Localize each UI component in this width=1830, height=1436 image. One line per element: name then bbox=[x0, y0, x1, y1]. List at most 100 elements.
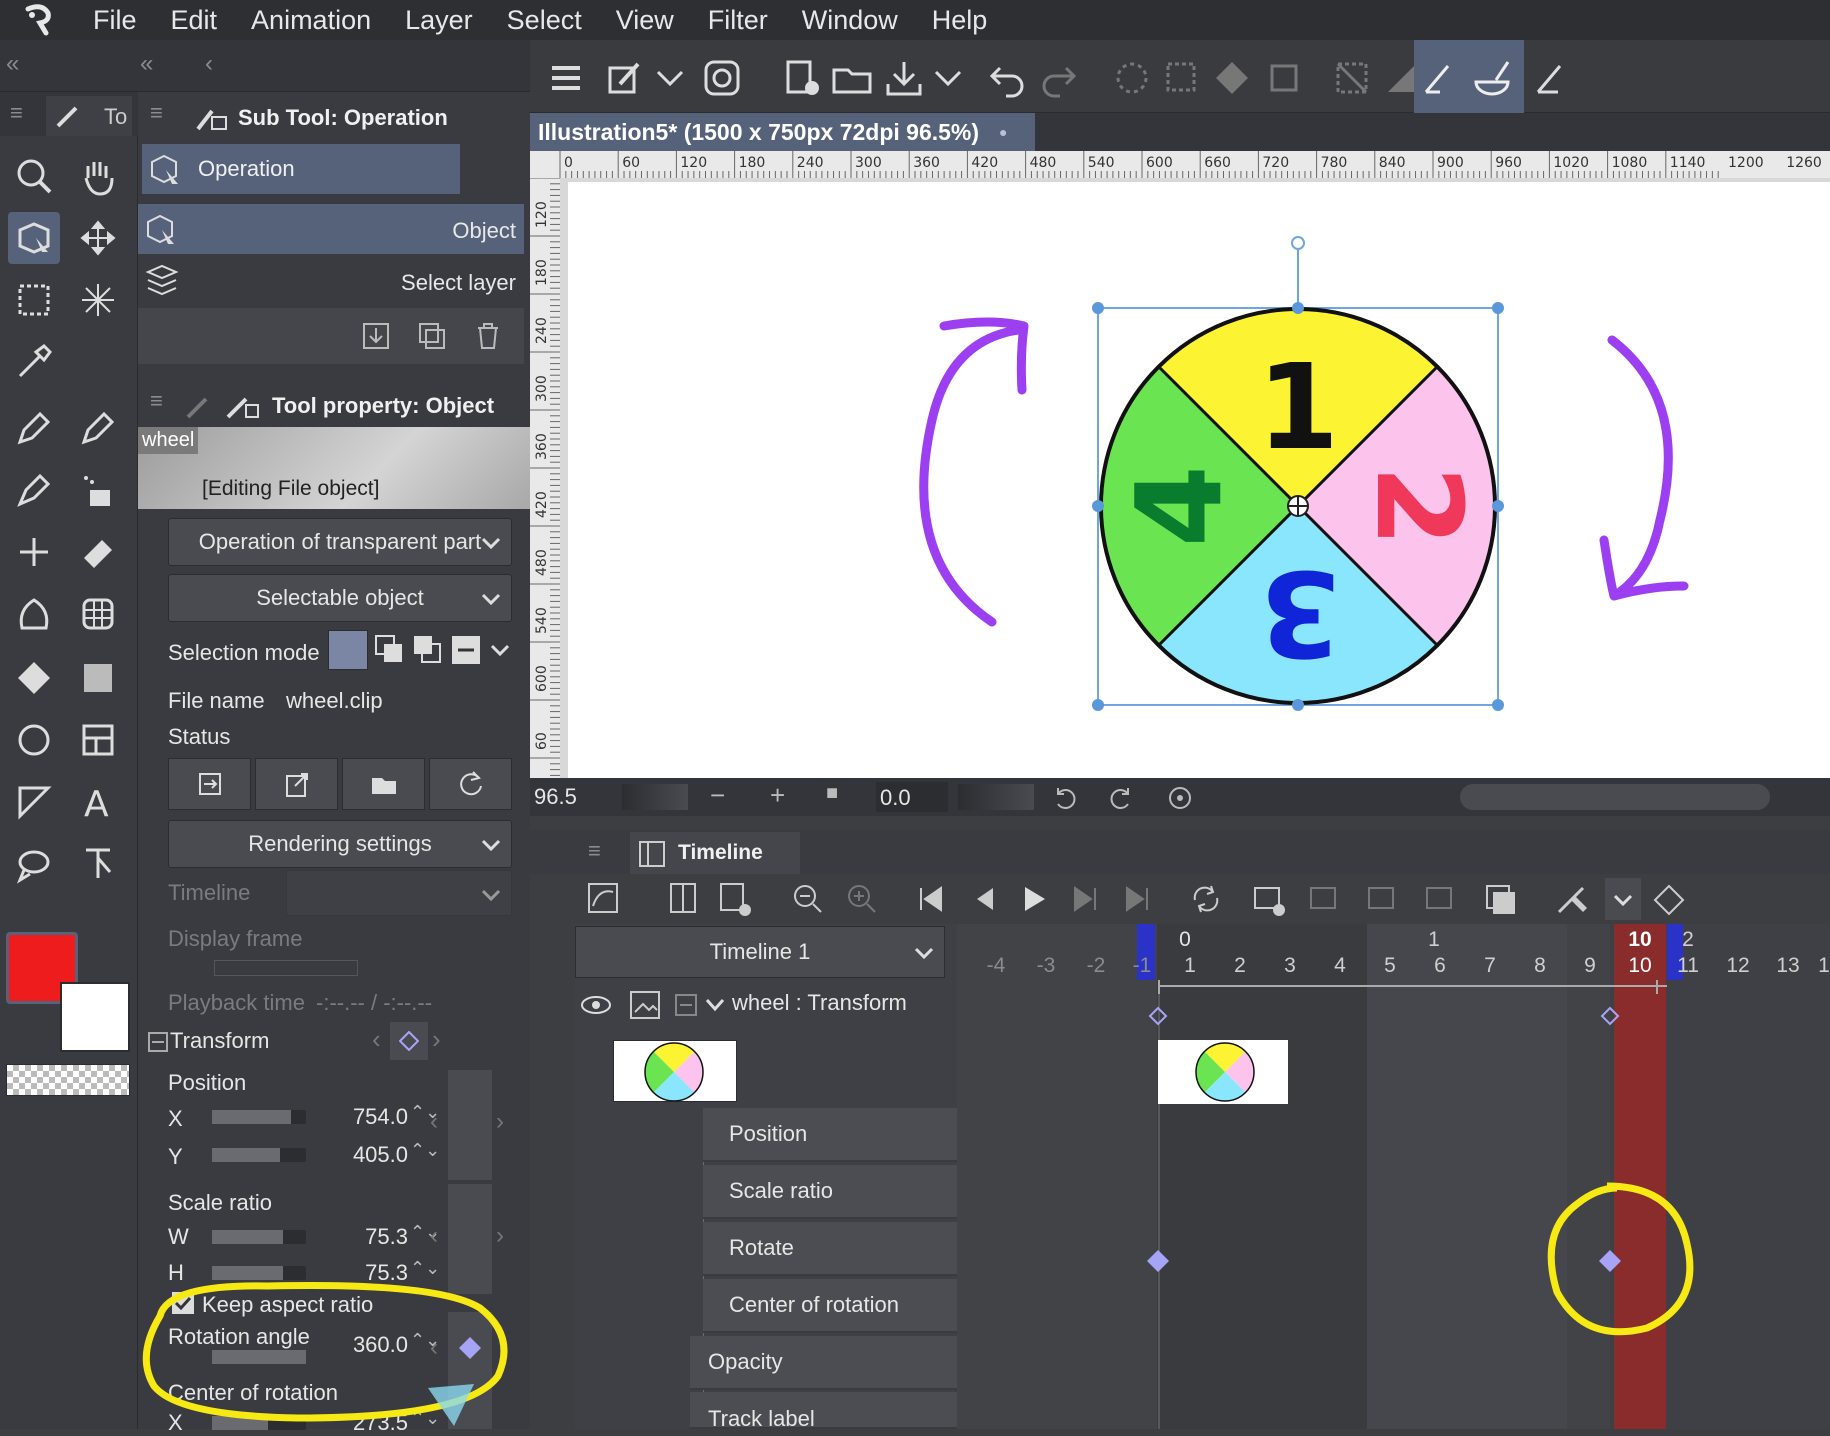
collapse-subtool-icon[interactable]: « bbox=[140, 50, 153, 78]
toolprop-menu-icon[interactable]: ≡ bbox=[150, 388, 163, 414]
hamburger-menu-icon[interactable] bbox=[544, 56, 588, 100]
status-sync-button[interactable] bbox=[168, 758, 251, 810]
timeline-zoom-in-icon[interactable] bbox=[845, 882, 879, 916]
sub-color-swatch[interactable] bbox=[60, 982, 130, 1052]
scale-prev-keyframe-icon[interactable]: ‹ bbox=[430, 1222, 438, 1250]
frame-ruler[interactable]: 0 1 10 2 -4 -3 -2 -1 1 2 3 4 5 6 7 8 9 1… bbox=[957, 924, 1830, 980]
rotate-right-icon[interactable] bbox=[1108, 784, 1136, 812]
collapse-left-icon[interactable]: « bbox=[6, 50, 19, 78]
blend-tool-icon[interactable] bbox=[8, 588, 60, 640]
position-prev-keyframe-icon[interactable]: ‹ bbox=[430, 1108, 438, 1136]
selection-mode-subtract-icon[interactable] bbox=[410, 632, 446, 668]
app-logo-icon[interactable] bbox=[0, 0, 76, 40]
new-cel-icon[interactable] bbox=[717, 882, 753, 918]
timeline-prop-dropdown[interactable] bbox=[286, 870, 512, 916]
menu-window[interactable]: Window bbox=[785, 0, 915, 40]
decoration-tool-icon[interactable] bbox=[8, 526, 60, 578]
zoom-in-icon[interactable]: + bbox=[770, 780, 785, 811]
track-row-scale-ratio[interactable]: Scale ratio bbox=[703, 1165, 957, 1219]
cel-link-icon[interactable] bbox=[1365, 882, 1401, 918]
angle-slider[interactable] bbox=[958, 784, 1034, 810]
brush-snap-icon[interactable] bbox=[1470, 56, 1514, 100]
next-frame-icon[interactable] bbox=[1071, 884, 1101, 914]
transform-prev-keyframe-icon[interactable]: ‹ bbox=[372, 1024, 381, 1055]
angle-field[interactable]: 0.0 bbox=[876, 782, 948, 812]
menu-edit[interactable]: Edit bbox=[154, 0, 235, 40]
menu-file[interactable]: File bbox=[76, 0, 154, 40]
track-expand-chevron-icon[interactable] bbox=[705, 996, 725, 1014]
status-reload-button[interactable] bbox=[429, 758, 512, 810]
timeline-menu-icon[interactable]: ≡ bbox=[588, 838, 601, 864]
go-to-start-icon[interactable] bbox=[915, 884, 945, 914]
track-row-track-label[interactable]: Track label bbox=[690, 1392, 957, 1431]
menu-view[interactable]: View bbox=[599, 0, 691, 40]
transform-keyframe-button[interactable] bbox=[390, 1022, 428, 1060]
go-to-end-icon[interactable] bbox=[1123, 884, 1153, 914]
rotate-left-icon[interactable] bbox=[1050, 784, 1078, 812]
timeline-frames-area[interactable] bbox=[957, 924, 1830, 1429]
menu-select[interactable]: Select bbox=[490, 0, 599, 40]
subtool-import-icon[interactable] bbox=[360, 320, 392, 352]
transform-section-header[interactable]: Transform ‹ › bbox=[144, 1020, 524, 1064]
transparent-color-swatch[interactable] bbox=[6, 1064, 130, 1096]
operation-tool-icon[interactable] bbox=[8, 212, 60, 264]
zoom-value[interactable]: 96.5 bbox=[534, 784, 577, 810]
clear-selection-icon[interactable] bbox=[1330, 56, 1374, 100]
unsaved-dot-icon[interactable]: ● bbox=[999, 124, 1007, 140]
undo-icon[interactable] bbox=[986, 56, 1030, 100]
previous-frame-icon[interactable] bbox=[967, 884, 997, 914]
move-layer-tool-icon[interactable] bbox=[72, 212, 124, 264]
selectable-object-dropdown[interactable]: Selectable object bbox=[168, 574, 512, 622]
scale-next-keyframe-icon[interactable]: › bbox=[496, 1222, 504, 1250]
pen-tool-icon[interactable] bbox=[8, 402, 60, 454]
grid-tool-icon[interactable] bbox=[72, 588, 124, 640]
gradient-tool-icon[interactable] bbox=[72, 652, 124, 704]
zoom-out-icon[interactable]: − bbox=[710, 780, 725, 811]
new-animation-folder-icon[interactable] bbox=[667, 882, 699, 914]
brush-edit-icon[interactable] bbox=[602, 56, 646, 100]
display-frame-slider[interactable] bbox=[214, 960, 358, 976]
keyframe-options-dropdown[interactable] bbox=[1605, 878, 1641, 920]
keyframe-enable-icon[interactable] bbox=[1555, 882, 1591, 918]
track-row-position[interactable]: Position bbox=[703, 1108, 957, 1162]
new-file-icon[interactable] bbox=[780, 56, 824, 100]
keyframe-interpolation-icon[interactable] bbox=[1651, 882, 1687, 918]
fill-tool-icon[interactable] bbox=[8, 652, 60, 704]
subtool-item-object[interactable]: Object bbox=[138, 204, 524, 254]
tool-tab[interactable]: To bbox=[46, 96, 132, 136]
add-keyframe-icon[interactable] bbox=[1251, 882, 1287, 918]
play-icon[interactable] bbox=[1019, 884, 1049, 914]
spiral-icon[interactable] bbox=[700, 56, 744, 100]
pen-snap-icon[interactable] bbox=[1418, 56, 1462, 100]
open-folder-icon[interactable] bbox=[830, 56, 874, 100]
save-options-chevron-icon[interactable] bbox=[926, 56, 970, 100]
transparent-part-dropdown[interactable]: Operation of transparent part bbox=[168, 518, 512, 566]
brush-tool-icon[interactable] bbox=[8, 464, 60, 516]
timeline-graph-icon[interactable] bbox=[587, 882, 619, 914]
track-name[interactable]: wheel : Transform bbox=[732, 990, 907, 1016]
select-layer-icon[interactable] bbox=[1160, 56, 1204, 100]
hand-tool-icon[interactable] bbox=[72, 150, 124, 202]
transform-icon[interactable] bbox=[1262, 56, 1306, 100]
eraser-tool-icon[interactable] bbox=[72, 526, 124, 578]
timeline-selector-dropdown[interactable]: Timeline 1 bbox=[575, 926, 945, 978]
subtool-delete-icon[interactable] bbox=[472, 320, 504, 352]
menu-filter[interactable]: Filter bbox=[691, 0, 785, 40]
subtool-duplicate-icon[interactable] bbox=[416, 320, 448, 352]
frame-tool-icon[interactable] bbox=[72, 714, 124, 766]
ruler-snap-icon[interactable] bbox=[1530, 56, 1574, 100]
eyedropper-tool-icon[interactable] bbox=[8, 336, 60, 388]
redo-icon[interactable] bbox=[1036, 56, 1080, 100]
position-y-value[interactable]: 405.0 bbox=[328, 1142, 408, 1168]
loop-icon[interactable] bbox=[1189, 882, 1223, 916]
specify-cel-icon[interactable] bbox=[1307, 882, 1343, 918]
position-y-slider[interactable] bbox=[212, 1148, 306, 1162]
save-icon[interactable] bbox=[882, 56, 926, 100]
timeline-tab[interactable]: Timeline bbox=[630, 832, 800, 874]
selection-mode-chevron-icon[interactable] bbox=[488, 638, 512, 662]
fit-view-icon[interactable]: ■ bbox=[826, 782, 838, 805]
track-collapse-icon[interactable] bbox=[675, 994, 697, 1016]
chevron-down-icon[interactable] bbox=[648, 56, 692, 100]
subtool-item-select-layer[interactable]: Select layer bbox=[138, 256, 524, 306]
cel-unlink-icon[interactable] bbox=[1423, 882, 1459, 918]
